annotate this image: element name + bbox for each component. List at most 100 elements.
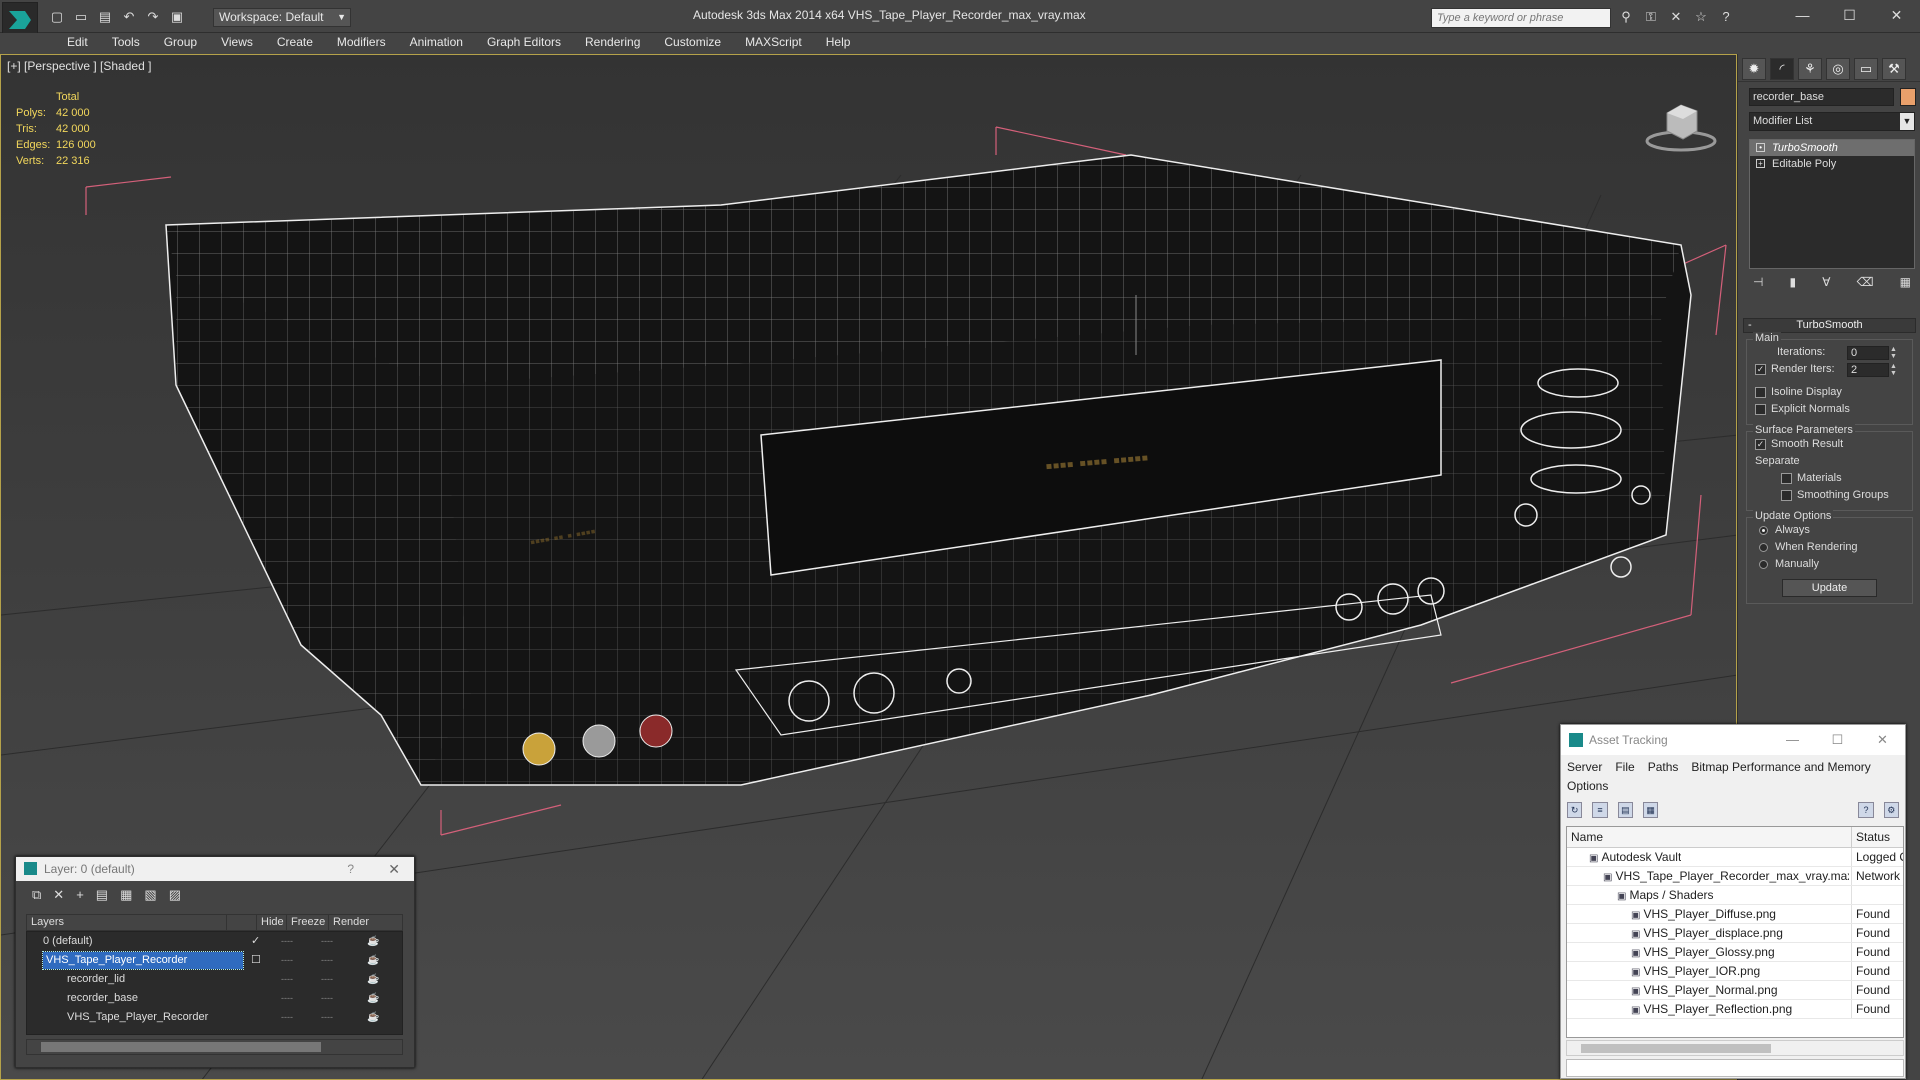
always-radio[interactable] [1759,526,1768,535]
freeze-all-icon[interactable]: ▨ [169,887,181,903]
asset-window-titlebar[interactable]: Asset Tracking — ☐ ✕ [1561,725,1905,755]
undo-icon[interactable]: ↶ [120,8,138,26]
asset-row[interactable]: VHS_Player_Diffuse.png Found [1567,905,1903,924]
render-teapot-icon[interactable]: ☕ [367,932,379,951]
help-icon[interactable]: ? [1858,802,1874,818]
make-unique-icon[interactable]: ∀ [1822,275,1830,293]
hierarchy-icon[interactable]: ⚘ [1798,58,1822,80]
menu-options[interactable]: Options [1567,779,1608,793]
hide-toggle[interactable]: ---- [281,989,293,1008]
menu-edit[interactable]: Edit [55,33,100,53]
freeze-toggle[interactable]: ---- [321,989,333,1008]
asset-row[interactable]: VHS_Tape_Player_Recorder_max_vray.maxNet… [1567,867,1903,886]
hide-all-icon[interactable]: ▧ [144,887,156,903]
exchange-icon[interactable]: ✕ [1668,9,1684,25]
asset-row[interactable]: Autodesk Vault Logged O [1567,848,1903,867]
layer-row[interactable]: 0 (default) ✓ ---- ---- ☕ [27,932,402,951]
rollout-header[interactable]: - TurboSmooth [1743,318,1916,333]
configure-sets-icon[interactable]: ▦ [1900,275,1911,293]
materials-checkbox[interactable] [1781,473,1792,484]
render-teapot-icon[interactable]: ☕ [367,1008,379,1027]
new-layer-icon[interactable]: ⧉ [32,887,41,903]
asset-row[interactable]: VHS_Player_Glossy.png Found [1567,943,1903,962]
save-icon[interactable]: ▤ [96,8,114,26]
layer-window-titlebar[interactable]: Layer: 0 (default) ? ✕ [16,857,414,881]
menu-maxscript[interactable]: MAXScript [733,33,814,53]
pin-stack-icon[interactable]: ⊣ [1753,275,1763,293]
spinner-arrows-icon[interactable]: ▲ ▼ [1890,363,1897,377]
menu-graph-editors[interactable]: Graph Editors [475,33,573,53]
project-icon[interactable]: ▣ [168,8,186,26]
isoline-checkbox[interactable] [1755,387,1766,398]
search-input[interactable]: Type a keyword or phrase [1431,8,1611,28]
viewcube[interactable] [1643,95,1723,158]
menu-views[interactable]: Views [209,33,265,53]
when-rendering-radio[interactable] [1759,543,1768,552]
asset-row[interactable]: VHS_Player_IOR.png Found [1567,962,1903,981]
asset-row[interactable]: VHS_Player_displace.png Found [1567,924,1903,943]
freeze-toggle[interactable]: ---- [321,951,333,970]
viewport-label[interactable]: [+] [Perspective ] [Shaded ] [7,59,151,73]
maximize-button[interactable]: ☐ [1815,725,1860,755]
column-name[interactable]: Name [1571,827,1603,847]
hide-toggle[interactable]: ---- [281,970,293,989]
minimize-button[interactable]: — [1779,0,1826,30]
render-teapot-icon[interactable]: ☕ [367,970,379,989]
modify-icon[interactable]: ◜ [1770,58,1794,80]
layer-hscrollbar[interactable] [26,1039,403,1055]
star-icon[interactable]: ☆ [1693,9,1709,25]
smoothing-groups-checkbox[interactable] [1781,490,1792,501]
display-icon[interactable]: ▭ [1854,58,1878,80]
update-button[interactable]: Update [1782,579,1877,597]
help-icon[interactable]: ? [1718,9,1734,25]
column-status[interactable]: Status [1851,827,1890,847]
column-hide[interactable]: Hide [257,915,287,930]
render-teapot-icon[interactable]: ☕ [367,951,379,970]
minimize-button[interactable]: — [1770,725,1815,755]
motion-icon[interactable]: ◎ [1826,58,1850,80]
menu-server[interactable]: Server [1567,760,1602,774]
freeze-toggle[interactable]: ---- [321,1008,333,1027]
open-icon[interactable]: ▭ [72,8,90,26]
menu-help[interactable]: Help [814,33,863,53]
add-to-layer-icon[interactable]: + [76,887,84,903]
menu-paths[interactable]: Paths [1648,760,1679,774]
close-icon[interactable]: ✕ [388,857,400,881]
menu-modifiers[interactable]: Modifiers [325,33,398,53]
spinner-arrows-icon[interactable]: ▲ ▼ [1890,346,1897,360]
freeze-toggle[interactable]: ---- [321,970,333,989]
utilities-icon[interactable]: ⚒ [1882,58,1906,80]
new-icon[interactable]: ▢ [48,8,66,26]
scroll-thumb[interactable] [41,1042,321,1052]
active-layer-check[interactable]: ☐ [251,951,261,970]
maximize-button[interactable]: ☐ [1826,0,1873,30]
workspace-dropdown[interactable]: Workspace: Default ▼ [213,8,351,27]
menu-tools[interactable]: Tools [100,33,152,53]
bulb-icon[interactable]: • [1756,143,1765,152]
layer-row[interactable]: VHS_Tape_Player_Recorder ☐ ---- ---- ☕ [27,951,402,970]
key-icon[interactable]: ⚿ [1643,9,1659,25]
show-end-result-icon[interactable]: ▮ [1790,275,1797,293]
list-view-icon[interactable]: ≡ [1592,802,1608,818]
menu-bitmap-performance[interactable]: Bitmap Performance and Memory [1691,760,1870,774]
object-color-swatch[interactable] [1900,88,1916,106]
stack-item-turbosmooth[interactable]: • TurboSmooth [1750,140,1914,156]
highlight-layer-icon[interactable]: ▦ [120,887,132,903]
menu-customize[interactable]: Customize [652,33,733,53]
asset-row[interactable]: VHS_Player_Normal.png Found [1567,981,1903,1000]
redo-icon[interactable]: ↷ [144,8,162,26]
object-row[interactable]: recorder_base ---- ---- ☕ [27,989,402,1008]
close-button[interactable]: ✕ [1873,0,1920,30]
object-name-field[interactable]: recorder_base [1749,88,1894,106]
modifier-list-dropdown[interactable]: Modifier List ▼ [1749,112,1915,131]
column-freeze[interactable]: Freeze [287,915,329,930]
asset-hscrollbar[interactable] [1566,1040,1904,1056]
column-render[interactable]: Render [329,915,374,930]
freeze-toggle[interactable]: ---- [321,932,333,951]
menu-rendering[interactable]: Rendering [573,33,652,53]
explicit-normals-checkbox[interactable] [1755,404,1766,415]
iterations-spinner[interactable]: 0 [1847,346,1889,360]
binoculars-icon[interactable]: ⚲ [1618,9,1634,25]
refresh-icon[interactable]: ↻ [1567,802,1583,818]
smooth-result-checkbox[interactable]: ✓ [1755,439,1766,450]
